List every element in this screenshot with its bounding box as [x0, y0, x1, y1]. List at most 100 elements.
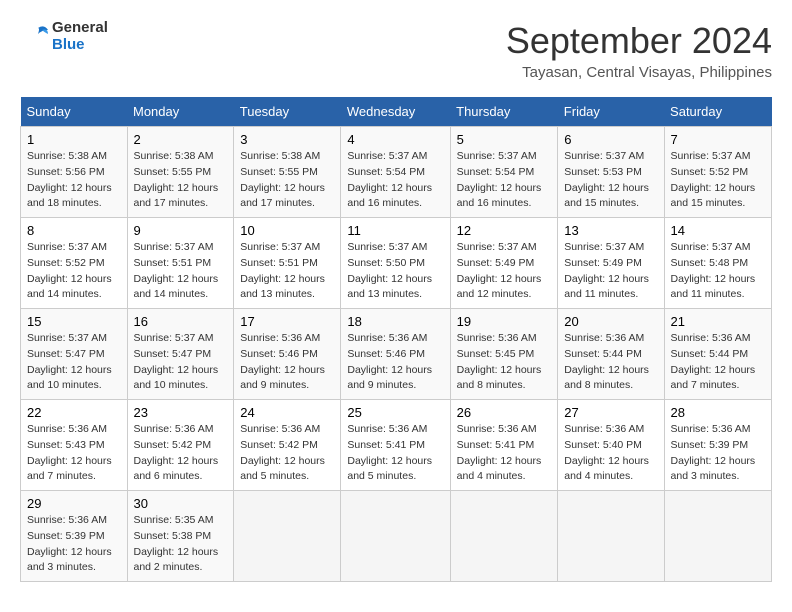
day-info: Sunrise: 5:36 AMSunset: 5:39 PMDaylight:…: [27, 513, 121, 576]
day-number: 23: [134, 405, 228, 420]
calendar-cell: 11 Sunrise: 5:37 AMSunset: 5:50 PMDayligh…: [341, 218, 450, 309]
day-info: Sunrise: 5:36 AMSunset: 5:42 PMDaylight:…: [134, 422, 228, 485]
day-number: 6: [564, 132, 657, 147]
header-wednesday: Wednesday: [341, 97, 450, 127]
day-info: Sunrise: 5:36 AMSunset: 5:46 PMDaylight:…: [347, 331, 443, 394]
day-number: 25: [347, 405, 443, 420]
month-title: September 2024: [506, 20, 772, 62]
day-number: 17: [240, 314, 334, 329]
calendar-cell: 29 Sunrise: 5:36 AMSunset: 5:39 PMDayligh…: [21, 491, 128, 582]
day-info: Sunrise: 5:35 AMSunset: 5:38 PMDaylight:…: [134, 513, 228, 576]
day-number: 5: [457, 132, 552, 147]
day-number: 30: [134, 496, 228, 511]
calendar-cell: 12 Sunrise: 5:37 AMSunset: 5:49 PMDayligh…: [450, 218, 558, 309]
calendar-week-3: 15 Sunrise: 5:37 AMSunset: 5:47 PMDayligh…: [21, 309, 772, 400]
day-number: 14: [671, 223, 765, 238]
day-number: 2: [134, 132, 228, 147]
header-friday: Friday: [558, 97, 664, 127]
day-number: 28: [671, 405, 765, 420]
day-number: 19: [457, 314, 552, 329]
calendar-cell: 18 Sunrise: 5:36 AMSunset: 5:46 PMDayligh…: [341, 309, 450, 400]
day-info: Sunrise: 5:37 AMSunset: 5:51 PMDaylight:…: [134, 240, 228, 303]
day-number: 24: [240, 405, 334, 420]
header-tuesday: Tuesday: [234, 97, 341, 127]
calendar-cell: 16 Sunrise: 5:37 AMSunset: 5:47 PMDayligh…: [127, 309, 234, 400]
calendar-cell: 30 Sunrise: 5:35 AMSunset: 5:38 PMDayligh…: [127, 491, 234, 582]
calendar-cell: 24 Sunrise: 5:36 AMSunset: 5:42 PMDayligh…: [234, 400, 341, 491]
day-number: 18: [347, 314, 443, 329]
calendar-cell: 6 Sunrise: 5:37 AMSunset: 5:53 PMDaylight…: [558, 127, 664, 218]
day-number: 8: [27, 223, 121, 238]
day-info: Sunrise: 5:37 AMSunset: 5:49 PMDaylight:…: [564, 240, 657, 303]
day-info: Sunrise: 5:36 AMSunset: 5:40 PMDaylight:…: [564, 422, 657, 485]
day-number: 15: [27, 314, 121, 329]
calendar-cell: [558, 491, 664, 582]
day-info: Sunrise: 5:36 AMSunset: 5:41 PMDaylight:…: [457, 422, 552, 485]
day-info: Sunrise: 5:37 AMSunset: 5:52 PMDaylight:…: [27, 240, 121, 303]
calendar-cell: 17 Sunrise: 5:36 AMSunset: 5:46 PMDayligh…: [234, 309, 341, 400]
calendar-cell: 5 Sunrise: 5:37 AMSunset: 5:54 PMDaylight…: [450, 127, 558, 218]
header-monday: Monday: [127, 97, 234, 127]
page-header: General Blue September 2024 Tayasan, Cen…: [20, 20, 772, 81]
calendar-cell: 21Sunrise: 5:36 AMSunset: 5:44 PMDayligh…: [664, 309, 771, 400]
day-number: 26: [457, 405, 552, 420]
calendar-cell: 27 Sunrise: 5:36 AMSunset: 5:40 PMDayligh…: [558, 400, 664, 491]
logo-visual: General Blue: [20, 20, 108, 53]
day-info: Sunrise: 5:36 AMSunset: 5:45 PMDaylight:…: [457, 331, 552, 394]
calendar-cell: 23 Sunrise: 5:36 AMSunset: 5:42 PMDayligh…: [127, 400, 234, 491]
day-number: 3: [240, 132, 334, 147]
calendar-cell: [341, 491, 450, 582]
header-sunday: Sunday: [21, 97, 128, 127]
calendar-cell: 8 Sunrise: 5:37 AMSunset: 5:52 PMDaylight…: [21, 218, 128, 309]
calendar-cell: 19 Sunrise: 5:36 AMSunset: 5:45 PMDayligh…: [450, 309, 558, 400]
calendar-cell: 4 Sunrise: 5:37 AMSunset: 5:54 PMDaylight…: [341, 127, 450, 218]
calendar-cell: [234, 491, 341, 582]
day-info: Sunrise: 5:36 AMSunset: 5:44 PMDaylight:…: [671, 331, 765, 394]
logo-bird-icon: [20, 22, 50, 52]
day-info: Sunrise: 5:37 AMSunset: 5:50 PMDaylight:…: [347, 240, 443, 303]
calendar-cell: 26 Sunrise: 5:36 AMSunset: 5:41 PMDayligh…: [450, 400, 558, 491]
calendar-cell: 25 Sunrise: 5:36 AMSunset: 5:41 PMDayligh…: [341, 400, 450, 491]
day-number: 7: [671, 132, 765, 147]
calendar-cell: 13Sunrise: 5:37 AMSunset: 5:49 PMDayligh…: [558, 218, 664, 309]
logo: General Blue: [20, 20, 108, 53]
day-info: Sunrise: 5:36 AMSunset: 5:46 PMDaylight:…: [240, 331, 334, 394]
day-info: Sunrise: 5:37 AMSunset: 5:54 PMDaylight:…: [347, 149, 443, 212]
calendar-week-2: 8 Sunrise: 5:37 AMSunset: 5:52 PMDaylight…: [21, 218, 772, 309]
day-info: Sunrise: 5:37 AMSunset: 5:54 PMDaylight:…: [457, 149, 552, 212]
day-number: 20: [564, 314, 657, 329]
day-number: 29: [27, 496, 121, 511]
day-info: Sunrise: 5:36 AMSunset: 5:43 PMDaylight:…: [27, 422, 121, 485]
calendar-cell: 1 Sunrise: 5:38 AMSunset: 5:56 PMDaylight…: [21, 127, 128, 218]
day-info: Sunrise: 5:37 AMSunset: 5:47 PMDaylight:…: [134, 331, 228, 394]
day-info: Sunrise: 5:38 AMSunset: 5:55 PMDaylight:…: [134, 149, 228, 212]
day-info: Sunrise: 5:37 AMSunset: 5:49 PMDaylight:…: [457, 240, 552, 303]
calendar-cell: 22Sunrise: 5:36 AMSunset: 5:43 PMDayligh…: [21, 400, 128, 491]
day-info: Sunrise: 5:37 AMSunset: 5:47 PMDaylight:…: [27, 331, 121, 394]
calendar-cell: 14 Sunrise: 5:37 AMSunset: 5:48 PMDayligh…: [664, 218, 771, 309]
day-number: 16: [134, 314, 228, 329]
day-number: 4: [347, 132, 443, 147]
day-info: Sunrise: 5:36 AMSunset: 5:41 PMDaylight:…: [347, 422, 443, 485]
calendar-cell: 7Sunrise: 5:37 AMSunset: 5:52 PMDaylight…: [664, 127, 771, 218]
day-info: Sunrise: 5:37 AMSunset: 5:48 PMDaylight:…: [671, 240, 765, 303]
calendar-cell: 28Sunrise: 5:36 AMSunset: 5:39 PMDayligh…: [664, 400, 771, 491]
calendar-week-4: 22Sunrise: 5:36 AMSunset: 5:43 PMDayligh…: [21, 400, 772, 491]
day-info: Sunrise: 5:38 AMSunset: 5:55 PMDaylight:…: [240, 149, 334, 212]
location: Tayasan, Central Visayas, Philippines: [506, 64, 772, 81]
calendar-table: SundayMondayTuesdayWednesdayThursdayFrid…: [20, 97, 772, 582]
day-number: 12: [457, 223, 552, 238]
header-thursday: Thursday: [450, 97, 558, 127]
day-info: Sunrise: 5:36 AMSunset: 5:42 PMDaylight:…: [240, 422, 334, 485]
calendar-cell: [450, 491, 558, 582]
calendar-cell: 9Sunrise: 5:37 AMSunset: 5:51 PMDaylight…: [127, 218, 234, 309]
calendar-week-5: 29 Sunrise: 5:36 AMSunset: 5:39 PMDayligh…: [21, 491, 772, 582]
day-info: Sunrise: 5:37 AMSunset: 5:53 PMDaylight:…: [564, 149, 657, 212]
calendar-cell: 15 Sunrise: 5:37 AMSunset: 5:47 PMDayligh…: [21, 309, 128, 400]
calendar-cell: 2 Sunrise: 5:38 AMSunset: 5:55 PMDaylight…: [127, 127, 234, 218]
day-number: 27: [564, 405, 657, 420]
calendar-header-row: SundayMondayTuesdayWednesdayThursdayFrid…: [21, 97, 772, 127]
day-number: 11: [347, 223, 443, 238]
day-number: 1: [27, 132, 121, 147]
day-info: Sunrise: 5:38 AMSunset: 5:56 PMDaylight:…: [27, 149, 121, 212]
